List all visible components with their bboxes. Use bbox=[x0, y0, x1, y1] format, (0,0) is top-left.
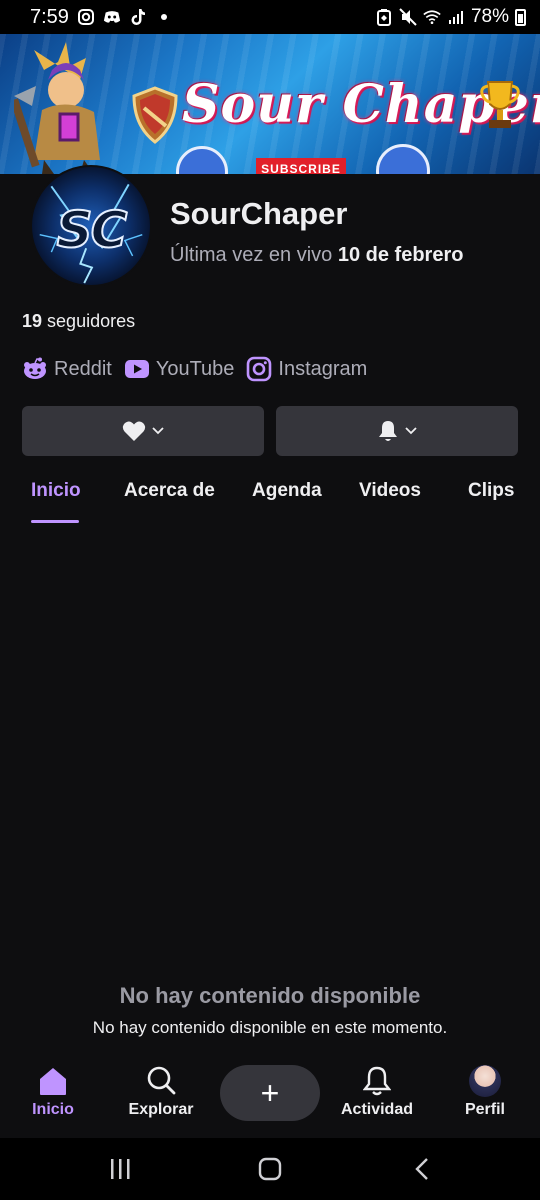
nav-explorar[interactable]: Explorar bbox=[116, 1065, 206, 1119]
nav-inicio[interactable]: Inicio bbox=[8, 1065, 98, 1119]
channel-tabs: Inicio Acerca de Agenda Videos Clips bbox=[0, 480, 540, 526]
search-icon bbox=[147, 1066, 176, 1095]
bell-icon bbox=[379, 421, 397, 441]
social-label: YouTube bbox=[155, 357, 235, 380]
discord-icon bbox=[103, 8, 121, 26]
home-button[interactable] bbox=[250, 1154, 290, 1184]
battery-percent: 78% bbox=[470, 6, 509, 27]
recent-apps-button[interactable] bbox=[100, 1154, 140, 1184]
social-label: Reddit bbox=[54, 357, 112, 380]
tab-videos[interactable]: Videos bbox=[359, 480, 421, 502]
tab-acerca-de[interactable]: Acerca de bbox=[124, 480, 215, 502]
nav-label: Actividad bbox=[340, 1101, 413, 1118]
last-live-prefix: Última vez en vivo bbox=[170, 244, 333, 266]
followers-label: seguidores bbox=[47, 311, 136, 331]
social-link-youtube[interactable]: YouTube bbox=[124, 357, 235, 381]
battery-saver-icon bbox=[375, 8, 393, 26]
share-icon bbox=[376, 144, 430, 174]
empty-state-subtitle: No hay contenido disponible en este mome… bbox=[92, 1018, 448, 1037]
battery-icon bbox=[515, 8, 526, 26]
social-link-instagram[interactable]: Instagram bbox=[246, 356, 367, 382]
home-square-icon bbox=[258, 1157, 282, 1181]
character-illustration bbox=[14, 42, 100, 174]
tab-agenda[interactable]: Agenda bbox=[252, 480, 322, 502]
followers-number: 19 bbox=[22, 311, 43, 331]
empty-state-title: No hay contenido disponible bbox=[119, 983, 421, 1008]
mute-icon bbox=[399, 8, 417, 26]
create-button[interactable]: + bbox=[220, 1065, 320, 1121]
back-icon bbox=[415, 1158, 428, 1180]
shield-icon bbox=[132, 86, 178, 144]
social-label: Instagram bbox=[278, 357, 368, 380]
tiktok-icon bbox=[129, 8, 147, 26]
trophy-icon bbox=[480, 81, 520, 128]
social-links: Reddit YouTube Instagram bbox=[22, 356, 367, 382]
nav-label: Perfil bbox=[464, 1101, 505, 1118]
nav-perfil[interactable]: Perfil bbox=[440, 1065, 530, 1119]
last-live-text: Última vez en vivo 10 de febrero bbox=[170, 244, 463, 267]
tab-inicio[interactable]: Inicio bbox=[31, 480, 81, 502]
heart-icon bbox=[122, 421, 146, 441]
back-button[interactable] bbox=[402, 1154, 442, 1184]
follow-button[interactable] bbox=[22, 406, 264, 456]
instagram-icon bbox=[77, 8, 95, 26]
nav-actividad[interactable]: Actividad bbox=[332, 1065, 422, 1119]
plus-icon: + bbox=[260, 1074, 280, 1111]
recent-apps-icon bbox=[111, 1159, 130, 1179]
tab-clips[interactable]: Clips bbox=[468, 480, 514, 502]
bottom-navigation: Inicio Explorar + Actividad Perfil bbox=[0, 1055, 540, 1135]
system-navigation-bar bbox=[0, 1138, 540, 1200]
home-icon bbox=[40, 1068, 66, 1095]
notifications-button[interactable] bbox=[276, 406, 518, 456]
action-buttons bbox=[22, 406, 518, 456]
youtube-icon bbox=[124, 360, 149, 378]
status-time: 7:59 bbox=[30, 5, 69, 28]
bell-icon bbox=[363, 1066, 391, 1096]
avatar bbox=[469, 1065, 501, 1097]
status-bar: 7:59 78% bbox=[0, 0, 540, 34]
chevron-down-icon bbox=[405, 427, 417, 435]
subscribe-badge: SUBSCRIBE bbox=[256, 158, 346, 174]
active-tab-indicator bbox=[31, 520, 79, 523]
nav-label: Inicio bbox=[32, 1101, 74, 1118]
signal-icon bbox=[447, 8, 465, 26]
reddit-icon bbox=[24, 357, 46, 379]
profile-banner: Sour Chaper SUBSCRIBE bbox=[0, 34, 540, 174]
dot-icon bbox=[155, 8, 173, 26]
avatar-monogram: SC bbox=[56, 200, 129, 260]
channel-avatar[interactable]: SC bbox=[30, 165, 152, 287]
social-link-reddit[interactable]: Reddit bbox=[22, 357, 112, 381]
chevron-down-icon bbox=[152, 427, 164, 435]
channel-name: SourChaper bbox=[170, 196, 348, 231]
wifi-icon bbox=[423, 8, 441, 26]
instagram-icon bbox=[247, 356, 272, 382]
like-icon bbox=[176, 146, 228, 174]
followers-count[interactable]: 19 seguidores bbox=[22, 311, 135, 332]
nav-label: Explorar bbox=[128, 1101, 194, 1118]
last-live-date: 10 de febrero bbox=[337, 244, 464, 266]
